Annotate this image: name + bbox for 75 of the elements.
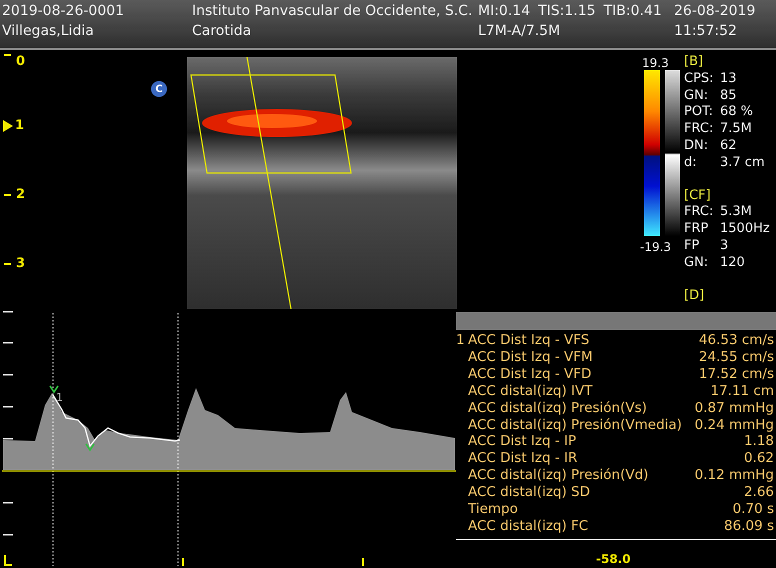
measurement-name: ACC Dist Izq - VFD bbox=[468, 366, 592, 383]
patient-name: Villegas,Lidia bbox=[2, 23, 95, 39]
section-title: [D] bbox=[684, 288, 706, 304]
baseline-value: -58.0 bbox=[596, 552, 631, 566]
measurement-value: 1.18 bbox=[744, 433, 775, 450]
scale-tick bbox=[3, 502, 13, 504]
parameter-name: FP bbox=[684, 238, 700, 255]
parameter-name: CPS: bbox=[684, 70, 715, 88]
measurement-name: ACC distal(izq) FC bbox=[468, 518, 590, 535]
parameter-name: GN: bbox=[684, 254, 710, 272]
exam-date: 26-08-2019 bbox=[674, 3, 756, 19]
measurement-value: 46.53 cm/s bbox=[698, 332, 775, 349]
probe-name: L7M-A/7.5M bbox=[478, 23, 562, 39]
parameter-value: 1500Hz bbox=[720, 221, 770, 238]
scale-tick bbox=[3, 534, 13, 536]
acoustic-index: MI:0.14 bbox=[478, 3, 530, 19]
parameter-value: 85 bbox=[720, 88, 737, 104]
scale-tick bbox=[3, 374, 13, 376]
measurement-value: 17.11 cm bbox=[710, 382, 775, 400]
measurement-name: ACC Dist Izq - VFS bbox=[468, 332, 590, 349]
parameter-value: 62 bbox=[720, 138, 737, 155]
time-marker-icon bbox=[4, 554, 364, 567]
parameter-name: d: bbox=[684, 154, 698, 172]
measurement-name: ACC Dist Izq - IP bbox=[468, 433, 578, 450]
parameter-value: 5.3M bbox=[720, 204, 752, 222]
parameter-name: POT: bbox=[684, 104, 714, 122]
depth-label: 1 bbox=[15, 118, 24, 133]
cursor-label: 1 bbox=[56, 391, 63, 404]
institution-name: Instituto Panvascular de Occidente, S.C. bbox=[192, 3, 474, 19]
mode-badge: C bbox=[151, 81, 167, 97]
scale-tick bbox=[3, 342, 13, 344]
scale-tick bbox=[3, 438, 13, 440]
measurement-value: 24.55 cm/s bbox=[698, 348, 775, 366]
measurement-index: 1 bbox=[456, 332, 465, 348]
measurement-value: 0.70 s bbox=[732, 501, 775, 518]
parameter-value: 3.7 cm bbox=[720, 154, 765, 172]
parameter-name: GN: bbox=[684, 88, 710, 104]
measurement-value: 0.24 mmHg bbox=[694, 416, 775, 434]
section-title: [B] bbox=[684, 54, 704, 71]
measurement-name: ACC Dist Izq - VFM bbox=[468, 348, 594, 366]
parameter-value: 13 bbox=[720, 70, 737, 88]
measurement-value: 17.52 cm/s bbox=[698, 366, 775, 383]
scale-tick bbox=[3, 406, 13, 408]
depth-label: 2 bbox=[16, 187, 26, 202]
measurement-value: 0.87 mmHg bbox=[694, 400, 775, 417]
measurement-name: ACC distal(izq) SD bbox=[468, 484, 592, 502]
depth-label: 0 bbox=[16, 54, 26, 69]
measurement-name: ACC distal(izq) Presión(Vd) bbox=[468, 467, 650, 484]
measurement-name: ACC distal(izq) IVT bbox=[468, 382, 594, 400]
depth-label: 3 bbox=[16, 256, 26, 271]
parameter-value: 120 bbox=[720, 254, 745, 272]
measurement-value: 2.66 bbox=[744, 484, 775, 502]
measurement-name: ACC distal(izq) Presión(Vmedia) bbox=[468, 416, 683, 434]
scale-max-label: 19.3 bbox=[642, 56, 669, 70]
parameter-name: DN: bbox=[684, 138, 710, 155]
scale-min-label: -19.3 bbox=[640, 240, 672, 254]
exam-type: Carotida bbox=[192, 23, 252, 39]
parameter-name: FRC: bbox=[684, 204, 714, 222]
parameter-value: 3 bbox=[720, 238, 728, 255]
parameter-value: 7.5M bbox=[720, 121, 752, 138]
acoustic-index: TIS:1.15 bbox=[538, 3, 596, 19]
acoustic-index: TIB:0.41 bbox=[604, 3, 662, 19]
measurement-value: 86.09 s bbox=[724, 518, 775, 535]
scale-tick bbox=[3, 311, 13, 312]
section-title: [CF] bbox=[684, 188, 712, 204]
parameter-name: FRP bbox=[684, 221, 710, 238]
measurement-name: ACC distal(izq) Presión(Vs) bbox=[468, 400, 648, 417]
measurement-value: 0.62 bbox=[744, 450, 775, 468]
study-id: 2019-08-26-0001 bbox=[2, 3, 126, 19]
exam-time: 11:57:52 bbox=[674, 23, 737, 39]
measurement-value: 0.12 mmHg bbox=[694, 467, 775, 484]
measurement-name: Tiempo bbox=[468, 501, 519, 518]
parameter-value: 68 % bbox=[720, 104, 754, 122]
measurement-name: ACC Dist Izq - IR bbox=[468, 450, 578, 468]
parameter-name: FRC: bbox=[684, 121, 714, 138]
